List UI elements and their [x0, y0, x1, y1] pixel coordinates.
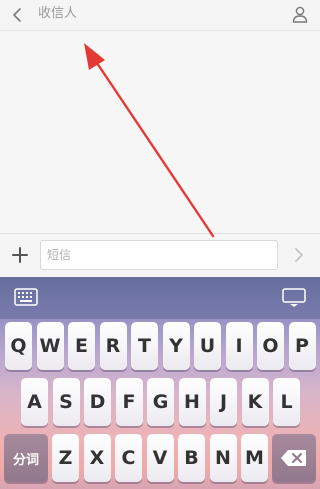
keyboard-toolbar [0, 277, 320, 319]
chevron-left-icon[interactable] [8, 5, 28, 25]
backspace-key[interactable] [272, 434, 316, 482]
keyboard-icon[interactable] [14, 288, 38, 306]
recipient-field[interactable]: 收信人 [38, 3, 268, 25]
key-e[interactable]: E [68, 322, 95, 370]
key-h[interactable]: H [178, 378, 206, 426]
header-bar: 收信人 [0, 0, 320, 31]
key-n[interactable]: N [209, 434, 237, 482]
soft-keyboard: QWERTYUIOP ASDFGHJKL 分词 ZXCVBNM [0, 277, 320, 489]
key-z[interactable]: Z [52, 434, 79, 482]
key-f[interactable]: F [115, 378, 143, 426]
key-x[interactable]: X [83, 434, 111, 482]
key-a[interactable]: A [21, 378, 48, 426]
key-q[interactable]: Q [5, 322, 32, 370]
compose-bar [0, 233, 320, 277]
key-v[interactable]: V [146, 434, 174, 482]
key-w[interactable]: W [36, 322, 64, 370]
key-o[interactable]: O [257, 322, 284, 370]
key-l[interactable]: L [273, 378, 300, 426]
key-j[interactable]: J [210, 378, 237, 426]
key-s[interactable]: S [52, 378, 80, 426]
key-b[interactable]: B [178, 434, 205, 482]
person-icon[interactable] [290, 4, 310, 24]
message-input[interactable] [40, 240, 278, 270]
chevron-right-icon[interactable] [290, 246, 308, 264]
key-d[interactable]: D [84, 378, 111, 426]
key-g[interactable]: G [147, 378, 174, 426]
plus-icon[interactable] [10, 245, 30, 265]
key-k[interactable]: K [241, 378, 269, 426]
key-m[interactable]: M [241, 434, 268, 482]
backspace-icon [281, 450, 306, 466]
key-p[interactable]: P [288, 322, 316, 370]
key-i[interactable]: I [225, 322, 253, 370]
hide-keyboard-icon[interactable] [282, 288, 306, 308]
key-t[interactable]: T [131, 322, 158, 370]
segment-key[interactable]: 分词 [4, 434, 48, 482]
key-r[interactable]: R [99, 322, 127, 370]
key-u[interactable]: U [194, 322, 221, 370]
key-y[interactable]: Y [162, 322, 190, 370]
conversation-area [0, 31, 320, 233]
key-c[interactable]: C [115, 434, 142, 482]
